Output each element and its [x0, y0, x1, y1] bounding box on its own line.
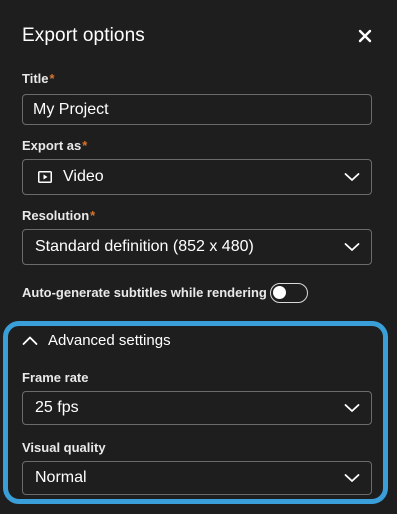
title-label: Title* [22, 71, 55, 86]
resolution-select[interactable]: Standard definition (852 x 480) [22, 229, 372, 265]
required-mark: * [82, 138, 88, 153]
chevron-down-icon [344, 173, 360, 181]
export-as-label: Export as* [22, 138, 87, 153]
visual-quality-select[interactable]: Normal [22, 461, 372, 495]
chevron-down-icon [344, 243, 360, 251]
close-button[interactable] [355, 26, 375, 46]
required-mark: * [49, 71, 55, 86]
title-label-text: Title [22, 71, 49, 86]
video-icon [38, 171, 52, 183]
close-icon [358, 29, 372, 43]
subtitles-toggle-switch[interactable] [270, 283, 308, 303]
export-as-select[interactable]: Video [22, 159, 372, 195]
title-input[interactable]: My Project [22, 94, 372, 125]
visual-quality-value: Normal [35, 469, 87, 486]
dialog-title: Export options [22, 25, 145, 46]
frame-rate-label: Frame rate [22, 370, 89, 385]
resolution-value: Standard definition (852 x 480) [35, 238, 254, 255]
resolution-label: Resolution* [22, 208, 95, 223]
export-as-value: Video [63, 168, 104, 185]
advanced-settings-toggle[interactable]: Advanced settings [22, 330, 222, 352]
resolution-label-text: Resolution [22, 208, 90, 223]
required-mark: * [90, 208, 96, 223]
export-as-label-text: Export as [22, 138, 82, 153]
chevron-down-icon [344, 404, 360, 412]
title-input-value: My Project [33, 101, 109, 118]
dialog-header: Export options [22, 23, 375, 51]
chevron-down-icon [344, 474, 360, 482]
visual-quality-label: Visual quality [22, 440, 106, 455]
export-options-dialog: Export options Title* My Project Export … [0, 0, 397, 514]
frame-rate-value: 25 fps [35, 399, 79, 416]
frame-rate-select[interactable]: 25 fps [22, 391, 372, 425]
toggle-knob [273, 286, 286, 299]
subtitles-toggle-row: Auto-generate subtitles while rendering [22, 283, 372, 303]
subtitles-toggle-label: Auto-generate subtitles while rendering [22, 285, 267, 300]
advanced-settings-heading: Advanced settings [48, 332, 171, 349]
chevron-up-icon [22, 336, 38, 345]
